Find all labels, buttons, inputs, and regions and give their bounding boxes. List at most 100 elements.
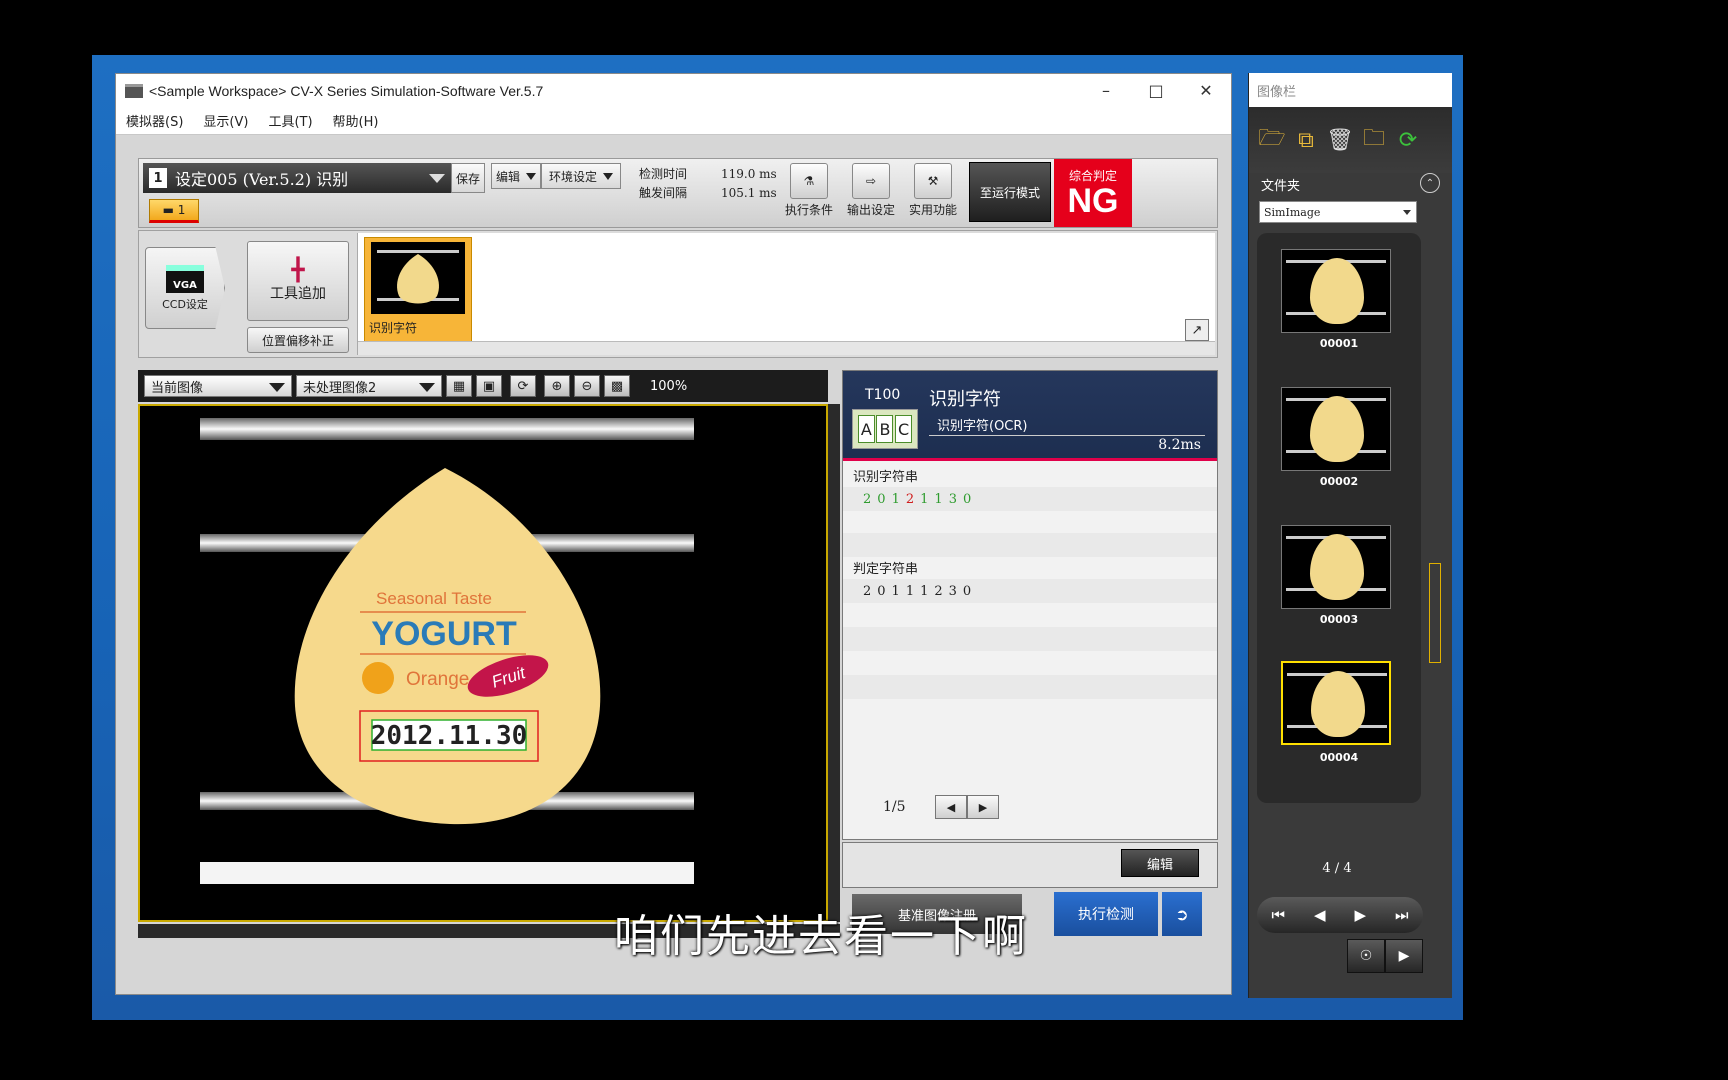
copy-icon[interactable]: ⧉ bbox=[1289, 125, 1323, 155]
env-settings-button[interactable]: 环境设定 bbox=[541, 163, 621, 189]
zoom-out-icon[interactable]: ⊖ bbox=[574, 375, 600, 397]
thumbnail-item[interactable] bbox=[1281, 249, 1391, 333]
tool-list-scrollbar[interactable] bbox=[358, 341, 1215, 355]
thumbnail-item[interactable] bbox=[1281, 525, 1391, 609]
read-char: 1 bbox=[934, 491, 949, 507]
read-char: 1 bbox=[920, 491, 935, 507]
utilities-button[interactable]: ⚒ 实用功能 bbox=[903, 163, 963, 225]
menu-tools[interactable]: 工具(T) bbox=[258, 111, 322, 130]
spacer-row bbox=[843, 627, 1217, 651]
thumbnail-label: 00004 bbox=[1319, 751, 1359, 764]
chevron-down-icon bbox=[1403, 210, 1411, 215]
next-page-button[interactable]: ▶ bbox=[967, 795, 999, 819]
setting-name: 设定005 (Ver.5.2) 识别 bbox=[175, 170, 349, 189]
menu-help[interactable]: 帮助(H) bbox=[323, 111, 389, 130]
refresh-icon[interactable]: ⟳ bbox=[510, 375, 536, 397]
thumbnail-item-selected[interactable] bbox=[1281, 661, 1391, 745]
tool-flow-row: VGA CCD设定 ╋ 工具追加 位置偏移补正 识别字符 ↗ bbox=[138, 230, 1218, 358]
menu-simulator[interactable]: 模拟器(S) bbox=[116, 111, 193, 130]
exec-condition-button[interactable]: ⚗ 执行条件 bbox=[779, 163, 839, 225]
collapse-icon[interactable]: ⌃ bbox=[1420, 173, 1440, 193]
prev-page-button[interactable]: ◀ bbox=[935, 795, 967, 819]
folder-select[interactable]: SimImage bbox=[1259, 201, 1417, 223]
thumbnail-item[interactable] bbox=[1281, 387, 1391, 471]
play-continuous-icon[interactable]: ▶ bbox=[1385, 939, 1423, 973]
read-string-value: 20121130 bbox=[843, 487, 1217, 511]
setting-selector[interactable]: 1 设定005 (Ver.5.2) 识别 bbox=[143, 163, 451, 193]
overall-judgement: 综合判定 NG bbox=[1054, 159, 1132, 227]
thumbnail-scrollbar[interactable] bbox=[1427, 233, 1443, 803]
maximize-button[interactable]: □ bbox=[1131, 74, 1181, 107]
tool-thumbnail bbox=[371, 242, 465, 314]
edit-menu-button[interactable]: 编辑 bbox=[491, 163, 541, 189]
image-type-select[interactable]: 未处理图像2 bbox=[296, 375, 442, 397]
chevron-down-icon bbox=[269, 383, 285, 392]
display-lock-icon[interactable]: ▣ bbox=[476, 375, 502, 397]
read-char: 0 bbox=[962, 491, 978, 507]
display-layout-icon[interactable]: ▦ bbox=[446, 375, 472, 397]
image-brand: YOGURT bbox=[371, 615, 517, 653]
next-image-icon[interactable]: ▶ bbox=[1354, 906, 1366, 924]
menu-view[interactable]: 显示(V) bbox=[193, 111, 258, 130]
image-vertical-scrollbar[interactable] bbox=[828, 404, 840, 922]
scroll-thumb[interactable] bbox=[1429, 563, 1441, 663]
open-folder-icon[interactable]: 🗁 bbox=[1255, 125, 1289, 155]
fit-screen-icon[interactable]: ▩ bbox=[604, 375, 630, 397]
processing-time: 8.2ms bbox=[1158, 437, 1201, 453]
image-source-select[interactable]: 当前图像 bbox=[144, 375, 292, 397]
tab-camera-1[interactable]: ▬ 1 bbox=[149, 199, 199, 223]
read-chars: 20121130 bbox=[863, 492, 977, 507]
first-image-icon[interactable]: ⏮ bbox=[1271, 906, 1285, 924]
image-tagline: Seasonal Taste bbox=[376, 589, 492, 608]
preview-icon[interactable]: ☉ bbox=[1347, 939, 1385, 973]
result-tool-subtitle: 识别字符(OCR) bbox=[937, 419, 1028, 434]
image-flavor: Orange bbox=[406, 669, 469, 690]
run-continuous-icon[interactable]: ➲ bbox=[1162, 892, 1202, 936]
run-mode-button[interactable]: 至运行模式 bbox=[969, 162, 1051, 222]
dropdown-icon bbox=[429, 173, 445, 183]
read-char: 3 bbox=[948, 491, 963, 507]
refresh-icon[interactable]: ⟳ bbox=[1391, 125, 1425, 155]
add-tool-button[interactable]: ╋ 工具追加 bbox=[247, 241, 349, 321]
expand-icon[interactable]: ↗ bbox=[1185, 319, 1209, 341]
spacer-row bbox=[843, 533, 1217, 557]
prev-image-icon[interactable]: ◀ bbox=[1314, 906, 1326, 924]
output-settings-button[interactable]: ⇨ 输出设定 bbox=[841, 163, 901, 225]
image-date-code: 2012.11.30 bbox=[371, 721, 528, 751]
timing-readout: 检测时间 119.0 ms 触发间隔 105.1 ms bbox=[639, 165, 777, 203]
folder-label: 文件夹 bbox=[1261, 179, 1301, 194]
tool-id: T100 bbox=[865, 387, 901, 403]
run-inspection-button[interactable]: 执行检测 bbox=[1054, 892, 1158, 936]
save-button[interactable]: 保存 bbox=[451, 163, 485, 193]
top-toolbar: 1 设定005 (Ver.5.2) 识别 保存 编辑 环境设定 ▬ 1 检测时间… bbox=[138, 158, 1218, 228]
thumbnail-list: 00001 00002 00003 00004 bbox=[1257, 233, 1421, 803]
result-header: T100 A B C 识别字符 识别字符(OCR) 8.2ms bbox=[843, 371, 1217, 461]
folder-icon[interactable]: 🗀 bbox=[1357, 125, 1391, 155]
position-offset-button[interactable]: 位置偏移补正 bbox=[247, 327, 349, 353]
tools-icon: ⚒ bbox=[914, 163, 952, 199]
minimize-button[interactable]: – bbox=[1081, 74, 1131, 107]
yogurt-thumbnail-image bbox=[371, 242, 465, 314]
read-char: 1 bbox=[891, 491, 906, 507]
window-title: <Sample Workspace> CV-X Series Simulatio… bbox=[149, 82, 544, 99]
close-button[interactable]: ✕ bbox=[1181, 74, 1231, 107]
ccd-settings-button[interactable]: VGA CCD设定 bbox=[145, 247, 225, 329]
last-image-icon[interactable]: ⏭ bbox=[1395, 906, 1409, 924]
image-strip-panel: 图像栏 🗁 ⧉ 🗑 🗀 ⟳ 文件夹 ⌃ SimImage 00001 00002… bbox=[1248, 73, 1452, 998]
zoom-in-icon[interactable]: ⊕ bbox=[544, 375, 570, 397]
judge-string-label: 判定字符串 bbox=[853, 561, 919, 577]
setting-number: 1 bbox=[149, 168, 167, 188]
image-navigation: ⏮ ◀ ▶ ⏭ bbox=[1257, 897, 1423, 933]
spacer-row bbox=[843, 675, 1217, 699]
chevron-down-icon bbox=[419, 383, 435, 392]
inspection-image[interactable]: Seasonal Taste YOGURT Orange Fruit 2012.… bbox=[138, 404, 828, 922]
page-buttons: ◀ ▶ bbox=[935, 795, 999, 819]
thumbnail-label: 00003 bbox=[1319, 613, 1359, 626]
edit-button[interactable]: 编辑 bbox=[1121, 849, 1199, 877]
main-window: <Sample Workspace> CV-X Series Simulatio… bbox=[115, 73, 1232, 995]
title-bar: <Sample Workspace> CV-X Series Simulatio… bbox=[116, 74, 1231, 107]
tool-card-ocr[interactable]: 识别字符 bbox=[364, 237, 472, 343]
tool-list-area: 识别字符 ↗ bbox=[357, 233, 1215, 355]
vga-camera-icon: VGA bbox=[166, 264, 204, 293]
trash-icon[interactable]: 🗑 bbox=[1323, 125, 1357, 155]
